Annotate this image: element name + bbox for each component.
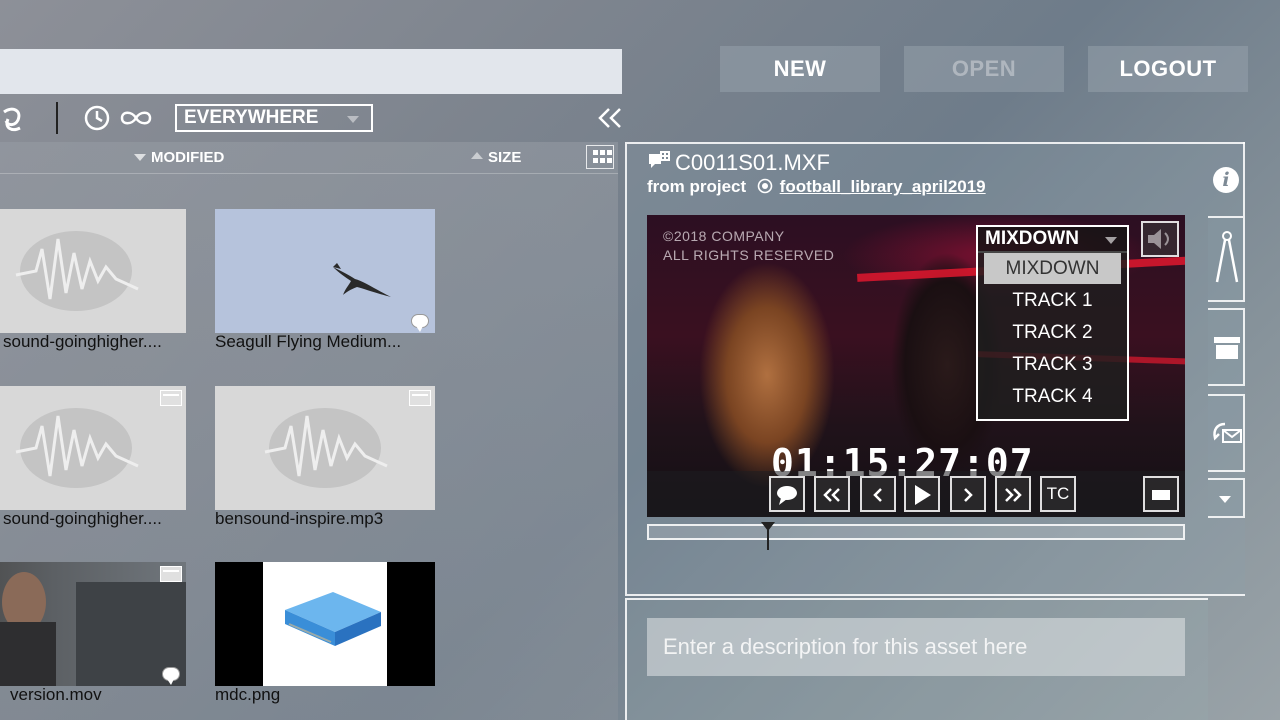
step-forward-button[interactable] [950, 476, 986, 512]
sort-header: MODIFIED SIZE [0, 142, 618, 174]
link-icon[interactable] [0, 104, 28, 134]
copyright-line: ALL RIGHTS RESERVED [663, 247, 835, 263]
chevron-down-icon [347, 116, 359, 123]
collapse-double-left-icon[interactable] [597, 107, 623, 129]
thumbnail-caption: bensound-inspire.mp3 [215, 509, 384, 528]
asset-title: C0011S01.MXF [675, 150, 830, 175]
tab-annotate[interactable] [1208, 216, 1245, 302]
thumbnail-video-seagull[interactable] [215, 209, 435, 333]
thumbnail-audio-2[interactable] [0, 386, 186, 510]
audio-option-track-1[interactable]: TRACK 1 [984, 285, 1121, 316]
archive-icon [160, 390, 182, 406]
playhead-line [767, 530, 770, 550]
scope-select[interactable]: EVERYWHERE [175, 104, 373, 132]
audio-track-select-value: MIXDOWN [985, 228, 1079, 249]
audio-track-menu: MIXDOWN TRACK 1 TRACK 2 TRACK 3 TRACK 4 [976, 251, 1129, 421]
project-link[interactable]: football_library_april2019 [780, 177, 986, 196]
scope-select-value: EVERYWHERE [184, 107, 319, 128]
archive-icon [160, 566, 182, 582]
chevron-left-icon [873, 488, 882, 502]
rewind-button[interactable] [814, 476, 850, 512]
toolbar-divider [56, 102, 58, 134]
audio-option-track-3[interactable]: TRACK 3 [984, 349, 1121, 380]
open-button[interactable]: OPEN [904, 46, 1064, 92]
seagull-image [333, 263, 391, 297]
double-right-icon [1005, 488, 1022, 502]
info-icon[interactable]: i [1213, 167, 1239, 193]
share-mail-icon [1213, 422, 1242, 443]
thumbnail-audio-1[interactable] [0, 209, 186, 333]
double-left-icon [823, 488, 840, 502]
thumbnail-caption: Seagull Flying Medium... [215, 332, 402, 351]
tab-archive[interactable] [1208, 308, 1245, 386]
sort-modified[interactable]: MODIFIED [151, 149, 224, 166]
person-image [0, 572, 186, 686]
fullscreen-button[interactable] [1143, 476, 1179, 512]
sort-size[interactable]: SIZE [488, 149, 521, 166]
thumbnail-caption: version.mov [10, 685, 102, 704]
sort-desc-icon [134, 154, 146, 161]
audio-option-track-2[interactable]: TRACK 2 [984, 317, 1121, 348]
new-button[interactable]: NEW [720, 46, 880, 92]
grid-view-toggle[interactable] [586, 145, 614, 169]
sort-asc-icon [471, 152, 483, 159]
volume-button[interactable] [1141, 221, 1179, 257]
thumbnail-caption: mdc.png [215, 685, 281, 704]
comment-icon [162, 667, 180, 685]
play-icon [915, 485, 931, 505]
speaker-icon [1148, 229, 1169, 249]
timecode-toggle-button[interactable]: TC [1040, 476, 1076, 512]
tab-share[interactable] [1208, 394, 1245, 472]
tab-more[interactable] [1208, 478, 1245, 518]
compass-icon [1215, 231, 1239, 283]
play-button[interactable] [904, 476, 940, 512]
step-back-button[interactable] [860, 476, 896, 512]
audio-track-select[interactable]: MIXDOWN [976, 225, 1129, 253]
fast-forward-button[interactable] [995, 476, 1031, 512]
copyright-line: ©2018 COMPANY [663, 228, 785, 244]
mdc-image [263, 562, 387, 686]
thumbnail-video-version[interactable] [0, 562, 186, 686]
comment-icon [777, 486, 797, 505]
archive-icon [1214, 337, 1240, 359]
project-radio-icon [757, 178, 773, 194]
asset-type-icon [649, 151, 670, 168]
chevron-down-icon [1105, 237, 1117, 244]
archive-icon [409, 390, 431, 406]
infinity-icon[interactable] [118, 109, 154, 127]
waveform-icon [264, 408, 388, 488]
audio-option-mixdown[interactable]: MIXDOWN [984, 253, 1121, 284]
comment-icon [411, 314, 429, 332]
thumbnail-caption: sound-goinghigher.... [3, 509, 162, 528]
waveform-icon [15, 231, 139, 311]
asset-project-line: from project football_library_april2019 [647, 177, 986, 197]
comments-button[interactable] [769, 476, 805, 512]
description-input[interactable] [647, 618, 1185, 676]
chevron-right-icon [964, 488, 973, 502]
audio-option-track-4[interactable]: TRACK 4 [984, 381, 1121, 412]
clock-icon[interactable] [84, 105, 110, 131]
copyright-overlay: ©2018 COMPANY ALL RIGHTS RESERVED [663, 227, 834, 265]
thumbnail-audio-inspire[interactable] [215, 386, 435, 510]
logout-button[interactable]: LOGOUT [1088, 46, 1248, 92]
from-project-label: from project [647, 177, 747, 196]
search-input[interactable] [0, 49, 622, 94]
timeline-scrubber[interactable] [647, 524, 1185, 540]
chevron-down-icon [1219, 496, 1231, 503]
thumbnail-caption: sound-goinghigher.... [3, 332, 162, 351]
fullscreen-icon [1152, 490, 1170, 500]
waveform-icon [15, 408, 139, 488]
panel-border [1243, 142, 1245, 216]
thumbnail-image-mdc[interactable] [215, 562, 435, 686]
